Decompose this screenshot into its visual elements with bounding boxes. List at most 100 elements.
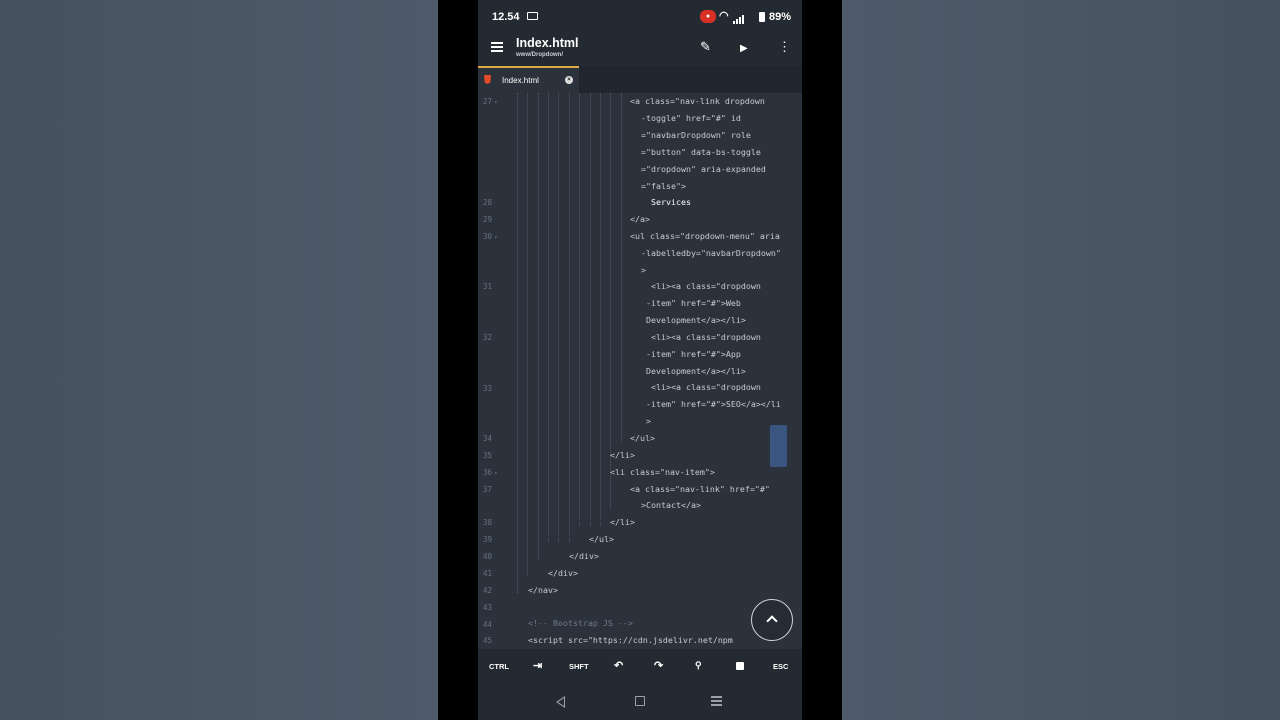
code-line: <li class="nav-item"> — [610, 467, 715, 477]
code-line: <a class="nav-link" href="#" — [630, 484, 770, 494]
line-number: 31 — [483, 282, 493, 291]
line-number: 41 — [483, 569, 493, 578]
indent-guide — [610, 93, 611, 509]
code-line: <script src="https://cdn.jsdelivr.net/np… — [528, 635, 733, 645]
code-line: <li><a class="dropdown — [651, 382, 761, 392]
scroll-to-top-button[interactable] — [751, 599, 793, 641]
indent-guide — [569, 93, 570, 542]
code-line: >Contact</a> — [641, 500, 701, 510]
system-nav-bar — [478, 683, 802, 720]
right-letterbox — [802, 0, 842, 720]
tab-bar: Index.html × — [478, 66, 802, 93]
tab-icon[interactable]: ⇥ — [533, 659, 542, 672]
code-line: Development</a></li> — [646, 315, 746, 325]
line-number: 39 — [483, 535, 493, 544]
line-number: 45 — [483, 636, 493, 645]
recording-icon: ● — [700, 10, 716, 23]
code-line: Development</a></li> — [646, 366, 746, 376]
line-number: 33 — [483, 384, 493, 393]
indent-guide — [621, 93, 622, 442]
code-line: <li><a class="dropdown — [651, 281, 761, 291]
line-number: 30 ▾ — [483, 232, 498, 241]
file-title: Index.html — [516, 36, 579, 50]
line-number: 27 ▾ — [483, 97, 498, 106]
left-blurred-background — [0, 0, 438, 720]
app-bar: Index.html www/Dropdown/ ✎ ▶ ⋮ — [478, 32, 802, 66]
pencil-icon[interactable]: ✎ — [700, 40, 711, 54]
chevron-up-icon — [766, 615, 778, 627]
line-gutter: 27 ▾ 28 29 30 ▾ 31 32 33 34 35 36 ▾ 37 38 3… — [478, 93, 506, 649]
line-number: 36 ▾ — [483, 468, 498, 477]
code-line: > — [641, 265, 646, 275]
line-number: 38 — [483, 518, 493, 527]
signal-icon — [733, 12, 745, 24]
code-line: -toggle" href="#" id — [641, 113, 741, 123]
line-number: 37 — [483, 485, 493, 494]
indent-guide — [538, 93, 539, 559]
line-number: 34 — [483, 434, 493, 443]
redo-icon[interactable]: ↷ — [654, 659, 663, 672]
more-vert-icon[interactable]: ⋮ — [778, 40, 791, 54]
scrollbar-thumb[interactable] — [770, 425, 787, 467]
indent-guide — [548, 93, 549, 542]
recent-apps-icon[interactable] — [711, 696, 722, 708]
line-number: 42 — [483, 586, 493, 595]
indent-guide — [517, 93, 518, 593]
code-line: </li> — [610, 450, 635, 460]
left-letterbox — [438, 0, 478, 720]
back-icon[interactable] — [556, 696, 565, 708]
indent-guide — [600, 93, 601, 526]
code-line: ="false"> — [641, 181, 686, 191]
line-number: 28 — [483, 198, 493, 207]
tab-label: Index.html — [502, 76, 539, 85]
save-icon[interactable] — [736, 662, 744, 670]
code-line: <a class="nav-link dropdown — [630, 96, 765, 106]
line-number: 32 — [483, 333, 493, 342]
file-path: www/Dropdown/ — [516, 52, 563, 58]
hamburger-icon[interactable] — [491, 42, 503, 52]
home-icon[interactable] — [635, 696, 645, 706]
html5-icon — [484, 75, 491, 84]
right-blurred-background — [842, 0, 1280, 720]
line-number: 29 — [483, 215, 493, 224]
play-icon[interactable]: ▶ — [740, 42, 748, 56]
esc-key-button[interactable]: ESC — [773, 662, 788, 671]
code-line: -labelledby="navbarDropdown" — [641, 248, 781, 258]
code-line: </ul> — [630, 433, 655, 443]
search-icon[interactable]: ⚲ — [695, 660, 702, 671]
ctrl-key-button[interactable]: CTRL — [489, 662, 509, 671]
code-line: </nav> — [528, 585, 558, 595]
code-line: Services — [651, 197, 691, 207]
indent-guide — [527, 93, 528, 576]
code-line: ="dropdown" aria-expanded — [641, 164, 766, 174]
code-line: ="button" data-bs-toggle — [641, 147, 761, 157]
line-number: 44 — [483, 620, 493, 629]
code-line: </a> — [630, 214, 650, 224]
code-line: > — [646, 416, 651, 426]
indent-guide — [579, 93, 580, 526]
wifi-icon: ◠ — [719, 10, 729, 22]
code-line: -item" href="#">App — [646, 349, 741, 359]
key-toolbar: CTRL ⇥ SHFT ↶ ↷ ⚲ ESC — [478, 649, 802, 683]
code-line: </li> — [610, 517, 635, 527]
code-line: </div> — [569, 551, 599, 561]
screen-record-icon — [527, 12, 538, 20]
status-time: 12.54 — [492, 11, 520, 23]
code-line: -item" href="#">SEO</a></li — [646, 399, 781, 409]
tab-index-html[interactable]: Index.html × — [478, 66, 579, 93]
shift-key-button[interactable]: SHFT — [569, 662, 589, 671]
line-number: 40 — [483, 552, 493, 561]
code-line: ="navbarDropdown" role — [641, 130, 751, 140]
indent-guide — [558, 93, 559, 542]
battery-icon — [759, 12, 765, 22]
code-comment: <!-- Bootstrap JS --> — [528, 618, 633, 628]
phone-screen: 12.54 ● ◠ 89% Index.html www/Dropdown/ ✎… — [478, 0, 802, 720]
close-icon[interactable]: × — [565, 76, 573, 84]
code-editor[interactable]: 27 ▾ 28 29 30 ▾ 31 32 33 34 35 36 ▾ 37 38 3… — [478, 93, 802, 649]
line-number: 43 — [483, 603, 493, 612]
indent-guide — [590, 93, 591, 526]
undo-icon[interactable]: ↶ — [614, 659, 623, 672]
code-line: </div> — [548, 568, 578, 578]
status-bar: 12.54 ● ◠ 89% — [478, 0, 802, 32]
code-line: </ul> — [589, 534, 614, 544]
